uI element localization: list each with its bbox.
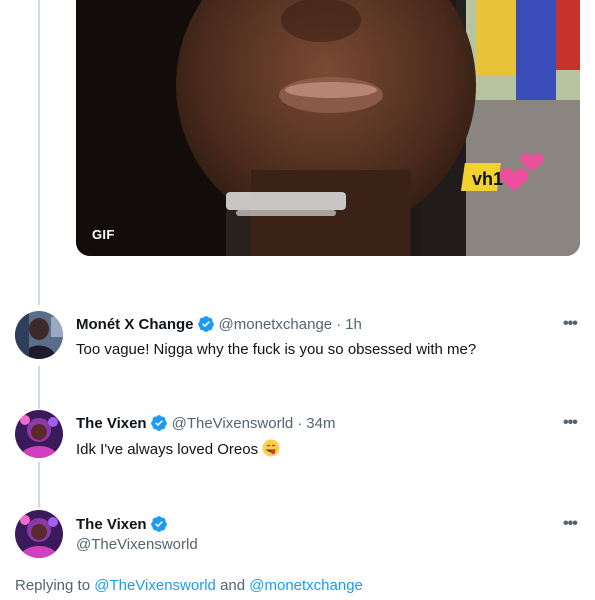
thread-connector [38,462,40,508]
tweet-text-content: Idk I've always loved Oreos [76,441,259,458]
replying-prefix: Replying to [15,577,91,594]
timestamp[interactable]: 1h [345,316,362,333]
mention-link[interactable]: @TheVixensworld [94,577,216,594]
timestamp[interactable]: 34m [306,415,335,432]
tweet-text: Idk I've always loved Oreos [76,439,280,458]
separator-dot: · [297,414,303,432]
gif-media[interactable]: vh1 [76,0,580,256]
avatar[interactable] [15,510,63,558]
handle[interactable]: @TheVixensworld [76,536,198,553]
gif-frame: vh1 [76,0,580,256]
handle[interactable]: @TheVixensworld [172,415,294,432]
display-name[interactable]: The Vixen [76,415,147,432]
display-name[interactable]: The Vixen [76,516,147,533]
thread-connector [38,366,40,409]
handle[interactable]: @monetxchange [219,316,333,333]
avatar[interactable] [15,410,63,458]
replying-conjunction: and [220,577,246,594]
tweet-thread: vh1 GIF Monét X Change @monetxchange · 1… [0,0,595,600]
more-options-icon[interactable]: ••• [563,415,578,431]
tweet-header: Monét X Change @monetxchange · 1h [76,315,362,333]
verified-badge-icon [197,316,214,332]
mention-link[interactable]: @monetxchange [249,577,363,594]
separator-dot: · [336,315,342,333]
verified-badge-icon [150,415,167,431]
avatar[interactable] [15,311,63,359]
tweet-text: Too vague! Nigga why the fuck is you so … [76,341,477,358]
vh1-watermark: vh1 [472,169,503,189]
more-options-icon[interactable]: ••• [563,316,578,332]
more-options-icon[interactable]: ••• [563,516,578,532]
tweet-header: The Vixen @TheVixensworld · 34m [76,414,335,432]
tweet-header: The Vixen [76,515,172,533]
replying-to: Replying to @TheVixensworld and @monetxc… [15,577,363,594]
thread-connector [38,0,40,305]
verified-badge-icon [150,516,167,532]
display-name[interactable]: Monét X Change [76,316,194,333]
face-savoring-food-icon [262,439,280,457]
gif-badge: GIF [92,227,115,242]
